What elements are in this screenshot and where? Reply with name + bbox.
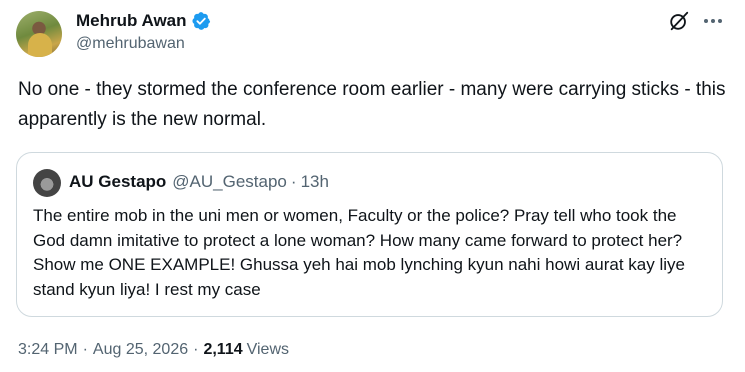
author-name-row: Mehrub Awan <box>76 10 211 32</box>
quoted-tweet-header: AU Gestapo @AU_Gestapo · 13h <box>69 172 329 192</box>
quoted-author-name: AU Gestapo <box>69 172 167 191</box>
quoted-author-handle: @AU_Gestapo <box>172 172 287 191</box>
author-handle[interactable]: @mehrubawan <box>76 35 185 53</box>
tweet-time[interactable]: 3:24 PM <box>18 341 78 359</box>
quoted-separator: · <box>290 172 297 191</box>
tweet-date[interactable]: Aug 25, 2026 <box>93 341 188 359</box>
quoted-tweet-age: 13h <box>300 172 329 191</box>
tweet-meta: 3:24 PM · Aug 25, 2026 · 2,114 Views <box>18 341 289 359</box>
author-display-name[interactable]: Mehrub Awan <box>76 10 187 32</box>
grok-icon[interactable] <box>668 10 690 32</box>
verified-badge-icon[interactable] <box>191 11 211 31</box>
quoted-tweet-card[interactable]: AU Gestapo @AU_Gestapo · 13h The entire … <box>16 152 723 317</box>
views-count[interactable]: 2,114 <box>203 341 242 359</box>
quoted-tweet-text: The entire mob in the uni men or women, … <box>33 206 685 299</box>
tweet-text: No one - they stormed the conference roo… <box>18 79 726 130</box>
more-options-icon[interactable] <box>701 12 725 30</box>
views-label[interactable]: Views <box>247 341 289 359</box>
meta-separator: · <box>193 341 199 358</box>
quoted-author-avatar <box>33 169 61 197</box>
meta-separator: · <box>82 341 88 358</box>
author-avatar[interactable] <box>16 11 62 57</box>
